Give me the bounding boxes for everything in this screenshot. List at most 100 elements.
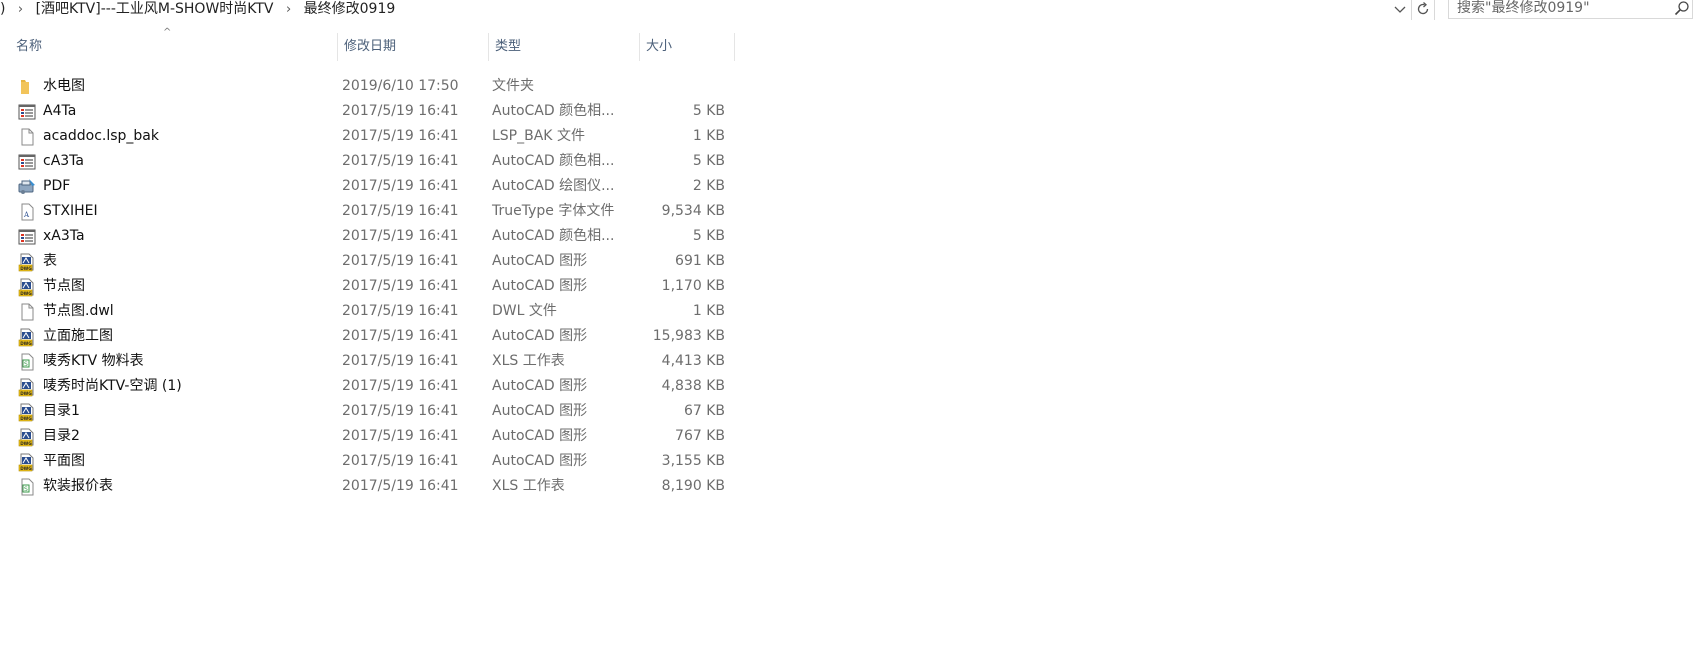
file-row[interactable]: A4Ta 2017/5/19 16:41 AutoCAD 颜色相... 5 KB [0,98,735,125]
file-size: 5 KB [692,103,725,119]
file-name[interactable]: acaddoc.lsp_bak [43,123,159,150]
file-name[interactable]: xA3Ta [43,223,85,250]
file-type: LSP_BAK 文件 [492,128,585,144]
file-name[interactable]: 唛秀时尚KTV-空调 (1) [43,373,182,400]
file-row[interactable]: DWG 立面施工图 2017/5/19 16:41 AutoCAD 图形 15,983 … [0,323,735,350]
xls-file-icon: S [17,352,37,372]
dwg-file-icon: DWG [17,427,37,447]
file-type: AutoCAD 颜色相... [492,153,615,169]
file-name[interactable]: PDF [43,173,70,200]
address-divider [1434,0,1435,20]
svg-text:DWG: DWG [20,341,32,346]
file-date: 2017/5/19 16:41 [342,303,459,319]
column-header-name[interactable]: 名称 [10,33,340,61]
file-date: 2017/5/19 16:41 [342,228,459,244]
column-header-date[interactable]: 修改日期 [338,33,488,61]
svg-text:DWG: DWG [20,466,32,471]
file-row[interactable]: acaddoc.lsp_bak 2017/5/19 16:41 LSP_BAK 文件… [0,123,735,150]
file-name[interactable]: 节点图.dwl [43,298,114,325]
file-row[interactable]: DWG 唛秀时尚KTV-空调 (1) 2017/5/19 16:41 AutoCAD … [0,373,735,400]
file-size: 1 KB [692,128,725,144]
file-type: AutoCAD 图形 [492,453,588,469]
dwg-file-icon: DWG [17,377,37,397]
search-input[interactable] [1457,0,1657,17]
generic-file-icon [17,302,37,322]
file-row[interactable]: DWG 平面图 2017/5/19 16:41 AutoCAD 图形 3,155 KB [0,448,735,475]
file-row[interactable]: DWG 目录1 2017/5/19 16:41 AutoCAD 图形 67 KB [0,398,735,425]
breadcrumb-overflow-paren: ) [0,1,6,17]
chevron-down-icon [1394,6,1406,13]
file-size: 691 KB [675,253,725,269]
file-row[interactable]: DWG 节点图 2017/5/19 16:41 AutoCAD 图形 1,170 KB [0,273,735,300]
file-name[interactable]: 立面施工图 [43,323,113,350]
file-row[interactable]: cA3Ta 2017/5/19 16:41 AutoCAD 颜色相... 5 KB [0,148,735,175]
file-type: AutoCAD 图形 [492,428,588,444]
address-history-dropdown[interactable] [1391,0,1409,18]
file-size: 767 KB [675,428,725,444]
svg-text:DWG: DWG [20,391,32,396]
file-date: 2017/5/19 16:41 [342,153,459,169]
column-divider[interactable] [734,33,735,61]
file-size: 15,983 KB [652,328,725,344]
file-name[interactable]: 唛秀KTV 物料表 [43,348,144,375]
file-row[interactable]: DWG 目录2 2017/5/19 16:41 AutoCAD 图形 767 KB [0,423,735,450]
file-row[interactable]: DWG 表 2017/5/19 16:41 AutoCAD 图形 691 KB [0,248,735,275]
search-box[interactable] [1448,0,1693,19]
file-type: AutoCAD 图形 [492,403,588,419]
file-name[interactable]: 目录2 [43,423,80,450]
file-size: 67 KB [683,403,725,419]
file-date: 2017/5/19 16:41 [342,453,459,469]
column-header-type[interactable]: 类型 [489,33,639,61]
chevron-right-icon: › [17,2,24,17]
file-date: 2017/5/19 16:41 [342,178,459,194]
file-size: 5 KB [692,228,725,244]
file-date: 2017/5/19 16:41 [342,328,459,344]
file-type: XLS 工作表 [492,478,565,494]
file-type: AutoCAD 图形 [492,253,588,269]
file-row[interactable]: S 软装报价表 2017/5/19 16:41 XLS 工作表 8,190 KB [0,473,735,500]
file-type: AutoCAD 颜色相... [492,103,615,119]
generic-file-icon [17,127,37,147]
file-row[interactable]: PDF 2017/5/19 16:41 AutoCAD 绘图仪... 2 KB [0,173,735,200]
file-date: 2017/5/19 16:41 [342,278,459,294]
file-row[interactable]: 水电图 2019/6/10 17:50 文件夹 [0,73,735,100]
svg-text:S: S [24,486,28,493]
plotter-file-icon [17,177,37,197]
file-name[interactable]: 节点图 [43,273,85,300]
file-size: 1 KB [692,303,725,319]
chevron-right-icon[interactable]: › [286,2,291,17]
refresh-button[interactable] [1414,0,1432,18]
file-size: 1,170 KB [661,278,725,294]
ctb-file-icon [17,152,37,172]
svg-text:DWG: DWG [20,291,32,296]
file-size: 2 KB [692,178,725,194]
ctb-file-icon [17,102,37,122]
file-size: 9,534 KB [661,203,725,219]
svg-text:A: A [23,211,30,219]
file-row[interactable]: S 唛秀KTV 物料表 2017/5/19 16:41 XLS 工作表 4,413 KB [0,348,735,375]
breadcrumb-item-parent[interactable]: [酒吧KTV]---工业风M-SHOW时尚KTV [36,0,274,18]
file-name[interactable]: 水电图 [43,73,85,100]
file-name[interactable]: 平面图 [43,448,85,475]
file-row[interactable]: A STXIHEI 2017/5/19 16:41 TrueType 字体文件 9,53… [0,198,735,225]
file-type: TrueType 字体文件 [492,203,615,219]
ctb-file-icon [17,227,37,247]
svg-text:S: S [24,361,28,368]
file-name[interactable]: A4Ta [43,98,76,125]
file-name[interactable]: STXIHEI [43,198,98,225]
file-type: AutoCAD 绘图仪... [492,178,615,194]
file-name[interactable]: 软装报价表 [43,473,113,500]
file-size: 4,413 KB [661,353,725,369]
file-name[interactable]: cA3Ta [43,148,84,175]
file-name[interactable]: 表 [43,248,57,275]
search-icon[interactable] [1674,0,1690,16]
file-row[interactable]: xA3Ta 2017/5/19 16:41 AutoCAD 颜色相... 5 KB [0,223,735,250]
file-date: 2017/5/19 16:41 [342,128,459,144]
file-size: 5 KB [692,153,725,169]
file-name[interactable]: 目录1 [43,398,80,425]
svg-text:DWG: DWG [20,416,32,421]
file-row[interactable]: 节点图.dwl 2017/5/19 16:41 DWL 文件 1 KB [0,298,735,325]
column-header-size[interactable]: 大小 [640,33,734,61]
breadcrumb-item-current[interactable]: 最终修改0919 [304,0,396,18]
file-date: 2017/5/19 16:41 [342,203,459,219]
